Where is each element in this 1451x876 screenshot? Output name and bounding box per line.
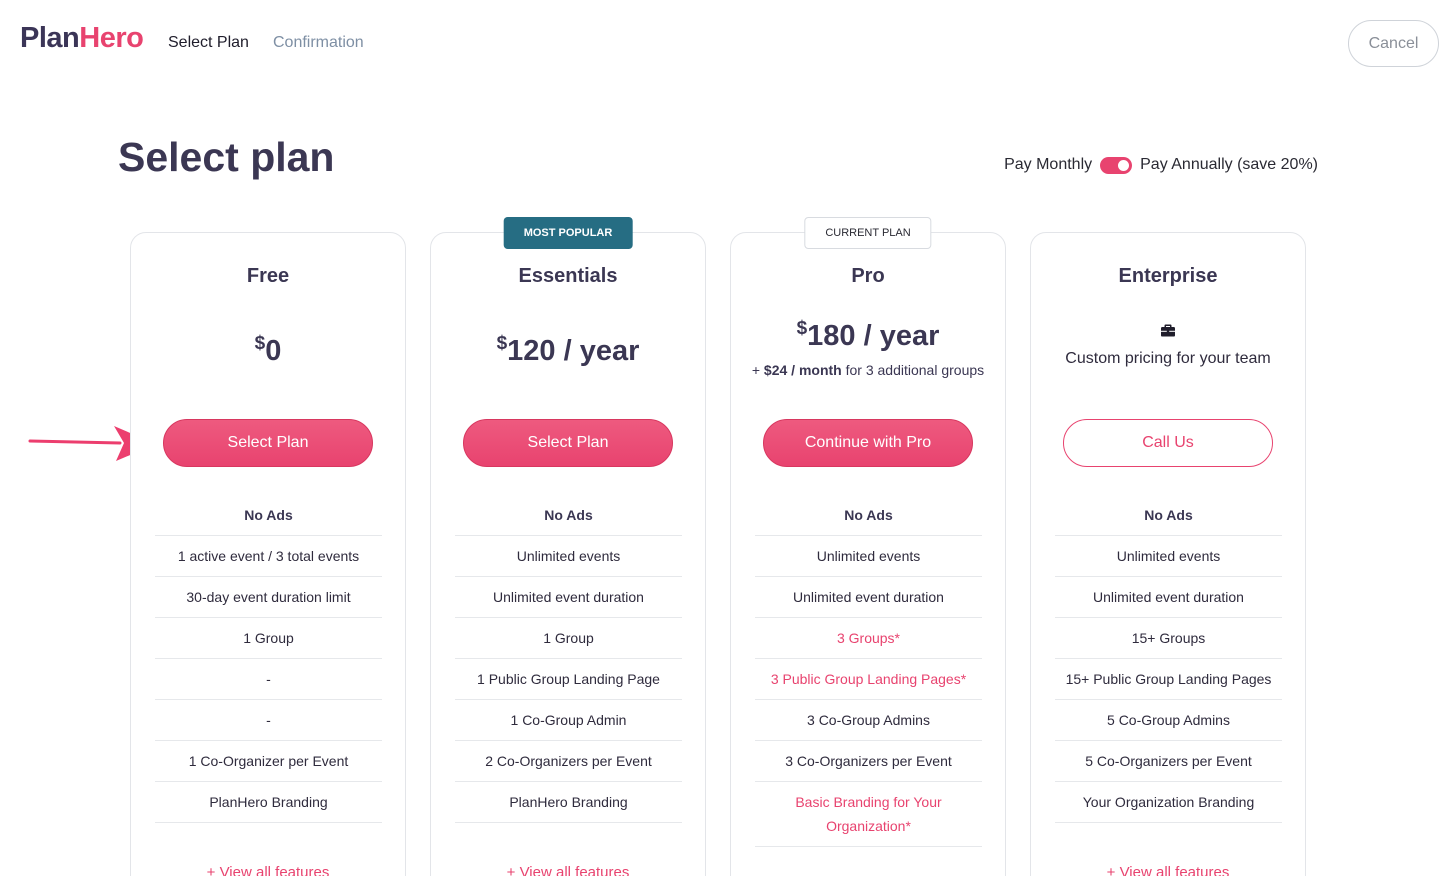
feature-item: Unlimited events [755,536,982,577]
plan-card-pro: CURRENT PLAN Pro $180 / year + $24 / mon… [730,217,1006,876]
pay-annually-label[interactable]: Pay Annually (save 20%) [1140,156,1318,174]
plan-card-enterprise: Enterprise Custom pricing for your team … [1030,232,1306,876]
feature-item: 15+ Groups [1055,618,1282,659]
additional-groups-note: + $24 / month for 3 additional groups [751,362,985,378]
feature-item: 5 Co-Organizers per Event [1055,741,1282,782]
feature-list: No Ads Unlimited events Unlimited event … [1055,495,1282,823]
feature-item: Basic Branding for Your Organization* [755,782,982,847]
feature-list: No Ads Unlimited events Unlimited event … [755,495,982,847]
billing-toggle-group: Pay Monthly Pay Annually (save 20%) [1004,156,1318,174]
feature-item: 2 Co-Organizers per Event [455,741,682,782]
plan-price: $0 [254,333,282,367]
feature-item: 1 active event / 3 total events [155,536,382,577]
plan-price: $120 / year [496,333,640,367]
feature-item: 3 Co-Group Admins [755,700,982,741]
current-plan-badge: CURRENT PLAN [804,217,932,249]
feature-item: 1 Public Group Landing Page [455,659,682,700]
feature-item: Unlimited event duration [1055,577,1282,618]
page-title: Select plan [118,134,335,180]
feature-item: No Ads [755,495,982,536]
planhero-logo[interactable]: PlanHero [20,22,144,55]
briefcase-icon [1161,324,1175,337]
pay-monthly-label[interactable]: Pay Monthly [1004,156,1092,174]
feature-item: 1 Group [455,618,682,659]
custom-pricing-text: Custom pricing for your team [1065,350,1271,367]
most-popular-badge: MOST POPULAR [503,217,633,249]
billing-toggle-switch[interactable] [1100,156,1133,174]
feature-item: 15+ Public Group Landing Pages [1055,659,1282,700]
feature-item: - [155,659,382,700]
view-all-features-link[interactable]: + View all features [1031,864,1305,876]
plan-price: $180 / year [796,318,940,352]
step-confirmation: Confirmation [273,34,364,51]
view-all-features-link[interactable]: + View all features [131,864,405,876]
cancel-button[interactable]: Cancel [1348,20,1439,67]
feature-item: No Ads [455,495,682,536]
feature-item: 1 Group [155,618,382,659]
feature-item: Unlimited events [455,536,682,577]
feature-item: No Ads [155,495,382,536]
plan-name: Free [246,265,290,287]
feature-item: 3 Groups* [755,618,982,659]
feature-item: Unlimited event duration [455,577,682,618]
view-all-features-link[interactable]: + View all features [431,864,705,876]
call-us-button[interactable]: Call Us [1063,419,1273,467]
top-bar: PlanHero Select Plan Confirmation Cancel [0,0,1451,88]
plan-name: Enterprise [1118,265,1218,287]
feature-item: Your Organization Branding [1055,782,1282,823]
feature-item: 1 Co-Organizer per Event [155,741,382,782]
feature-item: PlanHero Branding [455,782,682,823]
continue-with-pro-button[interactable]: Continue with Pro [763,419,973,467]
plan-name: Essentials [518,265,618,287]
select-plan-essentials-button[interactable]: Select Plan [463,419,673,467]
feature-item: Unlimited event duration [755,577,982,618]
feature-item: 30-day event duration limit [155,577,382,618]
plan-card-essentials: MOST POPULAR Essentials $120 / year Sele… [430,217,706,876]
feature-item: 5 Co-Group Admins [1055,700,1282,741]
feature-item: 3 Co-Organizers per Event [755,741,982,782]
feature-item: Unlimited events [1055,536,1282,577]
feature-item: 1 Co-Group Admin [455,700,682,741]
feature-item: 3 Public Group Landing Pages* [755,659,982,700]
select-plan-free-button[interactable]: Select Plan [163,419,373,467]
step-select-plan: Select Plan [168,34,249,51]
feature-item: No Ads [1055,495,1282,536]
plan-card-free: Free $0 Select Plan No Ads 1 active even… [130,232,406,876]
feature-item: PlanHero Branding [155,782,382,823]
feature-list: No Ads Unlimited events Unlimited event … [455,495,682,823]
plan-name: Pro [851,265,885,287]
feature-item: - [155,700,382,741]
feature-list: No Ads 1 active event / 3 total events 3… [155,495,382,823]
